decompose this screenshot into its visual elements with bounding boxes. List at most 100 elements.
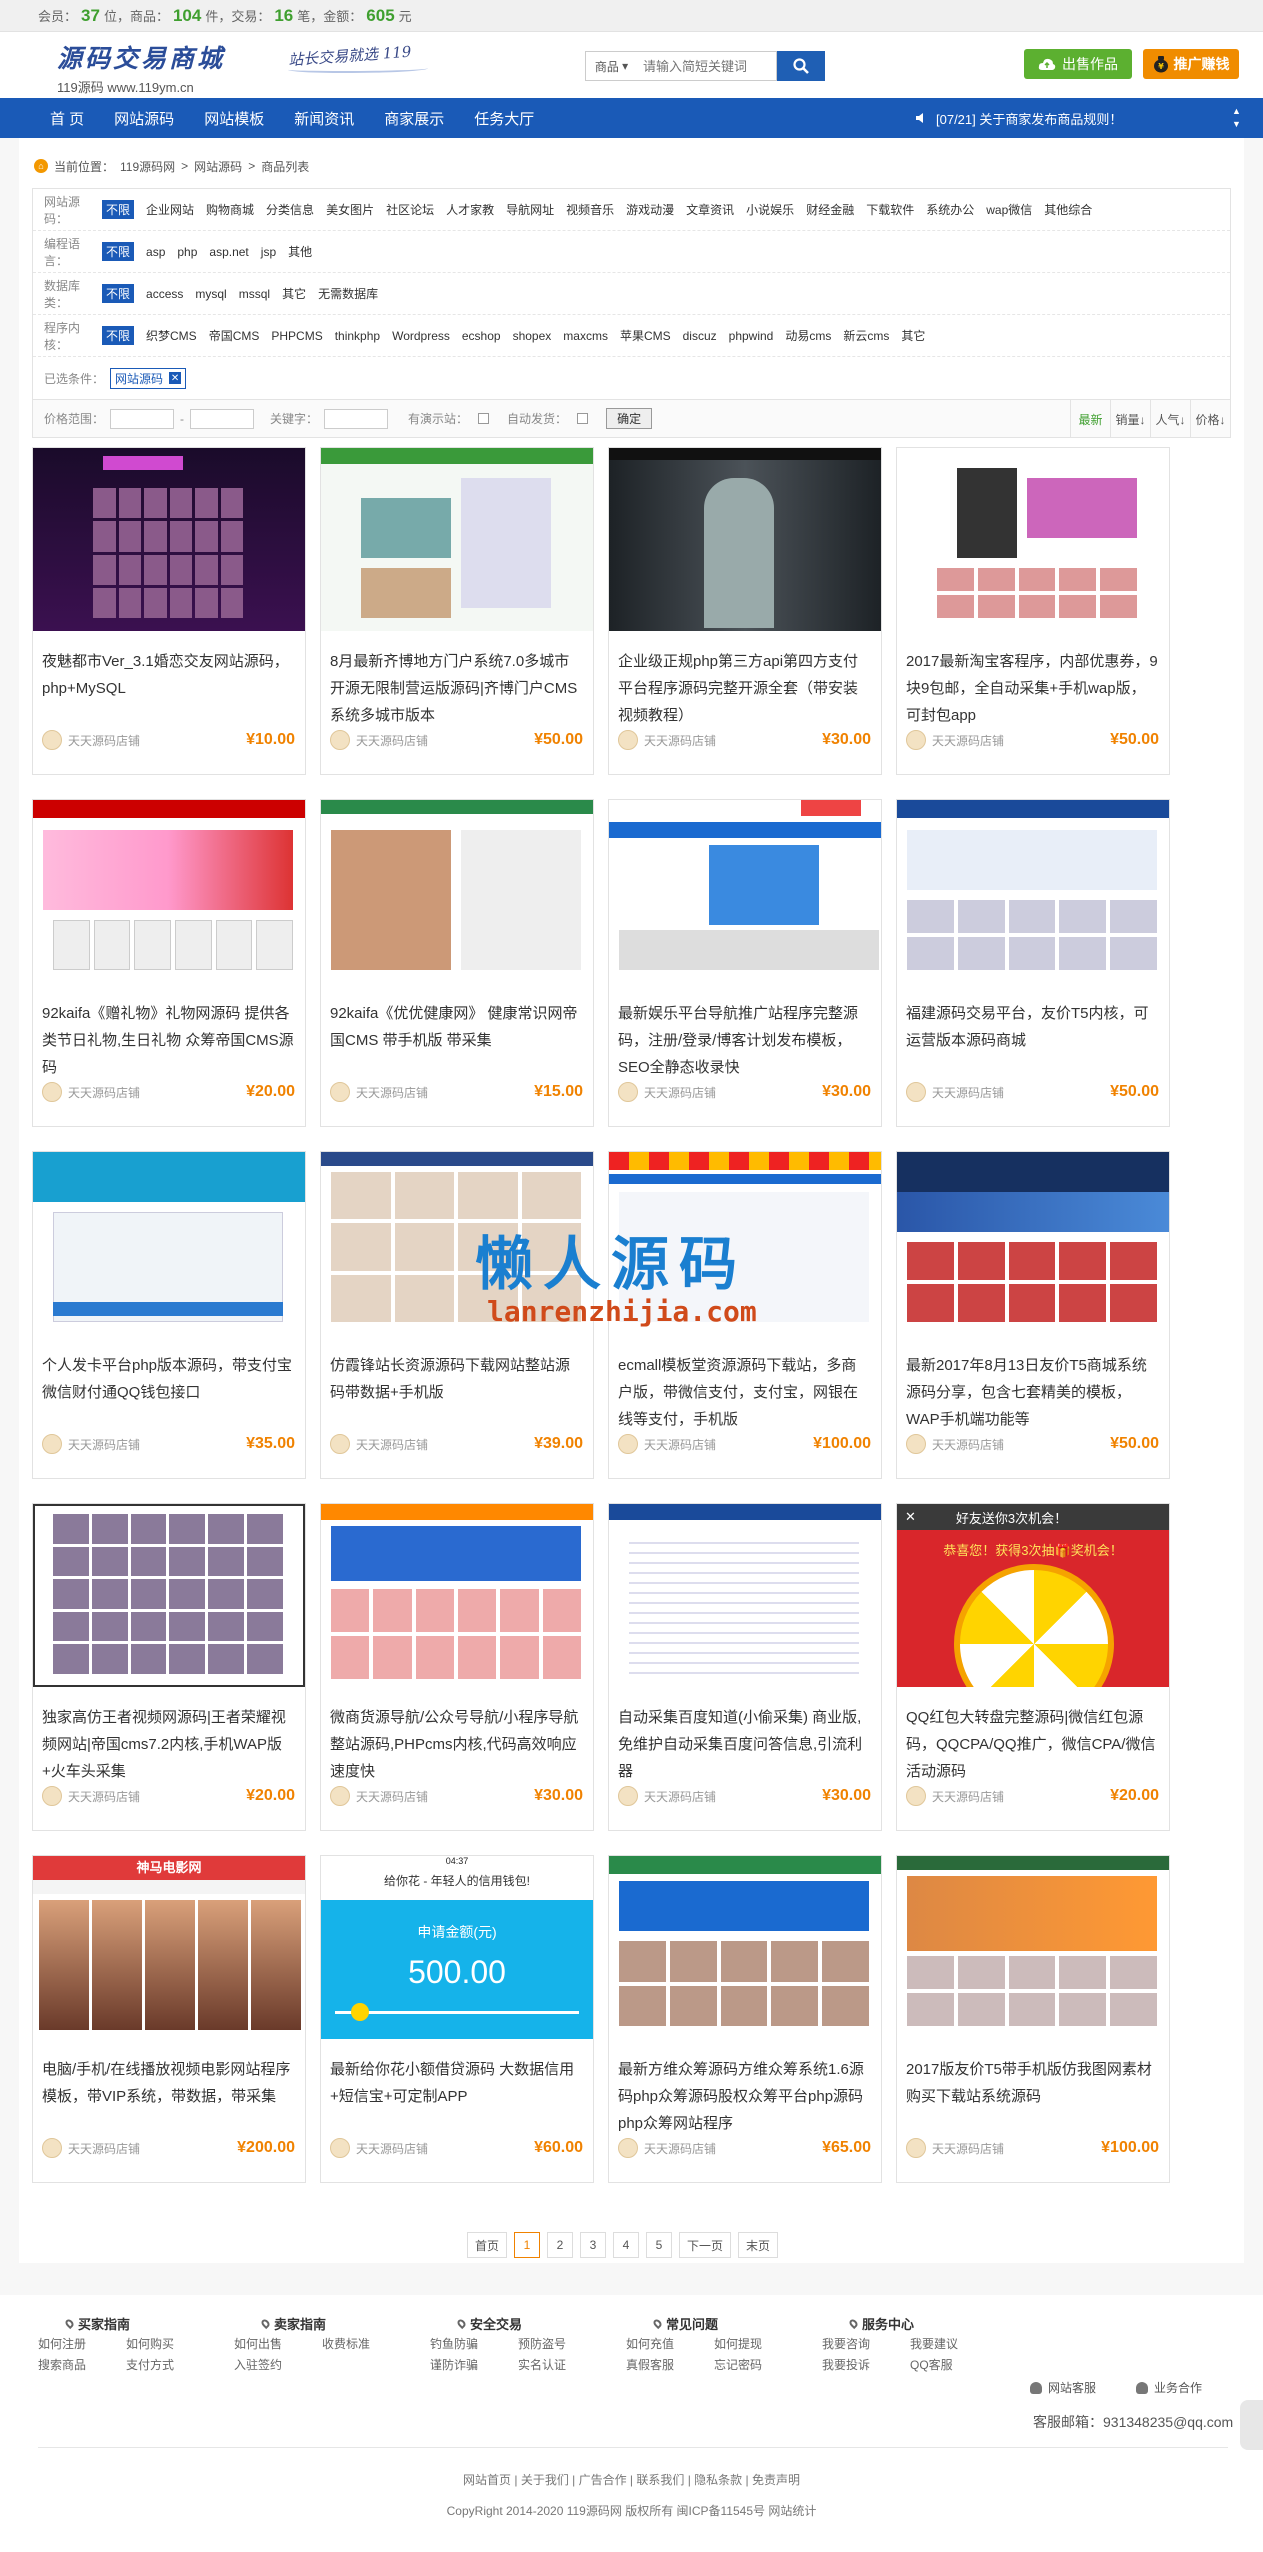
page-link[interactable]: 首页 (467, 2232, 508, 2258)
footer-service-link[interactable]: 网站客服 (1030, 2379, 1096, 2396)
product-card[interactable]: 04:37 给你花 - 年轻人的信用钱包! 申请金额(元) 500.00 最新给你花小… (320, 1855, 594, 2183)
page-link[interactable]: 3 (580, 2232, 607, 2258)
product-title[interactable]: QQ红包大转盘完整源码|微信红包源码，QQCPA/QQ推广，微信CPA/微信活动… (906, 1704, 1159, 1782)
footer-links[interactable]: 网站首页 | 关于我们 | 广告合作 | 联系我们 | 隐私条款 | 免责声明 (0, 2471, 1263, 2488)
chevron-down-icon[interactable]: ▼ (1232, 118, 1241, 131)
search-button[interactable] (777, 51, 825, 81)
product-card[interactable]: 企业级正规php第三方api第四方支付平台程序源码完整开源全套（带安装视频教程）… (608, 447, 882, 775)
product-card[interactable]: 92kaifa《优优健康网》 健康常识网帝国CMS 带手机版 带采集 天天源码店… (320, 799, 594, 1127)
shop-info[interactable]: 天天源码店铺 (618, 1786, 716, 1806)
search-type-select[interactable]: 商品 ▾ (585, 51, 637, 81)
shop-info[interactable]: 天天源码店铺 (330, 2138, 428, 2158)
product-thumbnail[interactable] (321, 1504, 593, 1687)
product-thumbnail[interactable] (33, 448, 305, 631)
product-title[interactable]: 福建源码交易平台，友价T5内核，可运营版本源码商城 (906, 1000, 1159, 1078)
product-thumbnail[interactable] (609, 1504, 881, 1687)
footer-link[interactable]: 如何提现 (714, 2335, 802, 2352)
sort-newest[interactable]: 最新 (1070, 400, 1110, 438)
chosen-filter-tag[interactable]: 网站源码 ✕ (110, 367, 187, 389)
product-card[interactable]: 自动采集百度知道(小偷采集) 商业版,免维护自动采集百度问答信息,引流利器 天天… (608, 1503, 882, 1831)
product-thumbnail[interactable] (321, 800, 593, 983)
product-thumbnail[interactable] (33, 1504, 305, 1687)
product-thumbnail[interactable] (321, 1152, 593, 1335)
product-card[interactable]: 92kaifa《赠礼物》礼物网源码 提供各类节日礼物,生日礼物 众筹帝国CMS源… (32, 799, 306, 1127)
page-link[interactable]: 末页 (738, 2232, 779, 2258)
price-min-input[interactable] (110, 408, 175, 429)
footer-link[interactable]: 我要咨询 (822, 2335, 910, 2352)
shop-info[interactable]: 天天源码店铺 (330, 1434, 428, 1454)
product-thumbnail[interactable] (609, 448, 881, 631)
product-thumbnail[interactable] (321, 448, 593, 631)
filter-option[interactable]: 其他综合 (1044, 201, 1092, 218)
footer-link[interactable]: 谨防诈骗 (430, 2356, 518, 2373)
chevron-up-icon[interactable]: ▲ (1232, 105, 1241, 118)
filter-option[interactable]: 苹果CMS (620, 327, 671, 344)
filter-option[interactable]: 其它 (282, 285, 306, 302)
filter-option[interactable]: 分类信息 (266, 201, 314, 218)
shop-info[interactable]: 天天源码店铺 (42, 1082, 140, 1102)
footer-link[interactable]: 钓鱼防骗 (430, 2335, 518, 2352)
nav-item-home[interactable]: 首 页 (0, 98, 99, 138)
product-title[interactable]: 最新给你花小额借贷源码 大数据信用+短信宝+可定制APP (330, 2056, 583, 2134)
page-link[interactable]: 2 (547, 2232, 574, 2258)
shop-info[interactable]: 天天源码店铺 (42, 1786, 140, 1806)
filter-option[interactable]: 不限 (102, 200, 135, 219)
filter-option[interactable]: 小说娱乐 (746, 201, 794, 218)
filter-option[interactable]: mssql (239, 287, 270, 301)
auto-delivery-checkbox[interactable] (577, 413, 589, 424)
side-float-tab[interactable] (1240, 2400, 1263, 2450)
footer-link[interactable]: 真假客服 (626, 2356, 714, 2373)
filter-option[interactable]: 导航网址 (506, 201, 554, 218)
product-title[interactable]: 自动采集百度知道(小偷采集) 商业版,免维护自动采集百度问答信息,引流利器 (618, 1704, 871, 1782)
product-thumbnail[interactable] (609, 1856, 881, 2039)
filter-option[interactable]: 织梦CMS (146, 327, 197, 344)
product-thumbnail[interactable] (609, 800, 881, 983)
filter-option[interactable]: access (146, 287, 183, 301)
keyword-input[interactable] (324, 408, 389, 429)
breadcrumb-link-home[interactable]: 119源码网 (120, 158, 175, 175)
footer-link[interactable]: 预防盗号 (518, 2335, 606, 2352)
filter-option[interactable]: 不限 (102, 326, 135, 345)
demo-site-checkbox[interactable] (478, 413, 490, 424)
filter-option[interactable]: 系统办公 (926, 201, 974, 218)
shop-info[interactable]: 天天源码店铺 (618, 1434, 716, 1454)
product-thumbnail[interactable] (897, 1152, 1169, 1335)
footer-link[interactable]: 实名认证 (518, 2356, 606, 2373)
product-thumbnail[interactable]: 神马电影网 (33, 1856, 305, 2039)
shop-info[interactable]: 天天源码店铺 (906, 730, 1004, 750)
footer-business-link[interactable]: 业务合作 (1136, 2379, 1202, 2396)
sort-popularity[interactable]: 人气↓ (1150, 400, 1190, 438)
price-max-input[interactable] (190, 408, 255, 429)
footer-link[interactable]: 搜索商品 (38, 2356, 126, 2373)
product-card[interactable]: 微商货源导航/公众号导航/小程序导航整站源码,PHPcms内核,代码高效响应速度… (320, 1503, 594, 1831)
filter-option[interactable]: 购物商城 (206, 201, 254, 218)
product-card[interactable]: 个人发卡平台php版本源码，带支付宝微信财付通QQ钱包接口 天天源码店铺 ¥35… (32, 1151, 306, 1479)
filter-option[interactable]: 无需数据库 (318, 285, 378, 302)
shop-info[interactable]: 天天源码店铺 (906, 1434, 1004, 1454)
product-title[interactable]: 仿霞锋站长资源源码下载网站整站源码带数据+手机版 (330, 1352, 583, 1430)
confirm-filter-button[interactable]: 确定 (606, 408, 653, 429)
filter-option[interactable]: 游戏动漫 (626, 201, 674, 218)
nav-item-source[interactable]: 网站源码 (99, 98, 189, 138)
product-card[interactable]: 仿霞锋站长资源源码下载网站整站源码带数据+手机版 天天源码店铺 ¥39.00 (320, 1151, 594, 1479)
product-title[interactable]: 92kaifa《赠礼物》礼物网源码 提供各类节日礼物,生日礼物 众筹帝国CMS源… (42, 1000, 295, 1078)
product-thumbnail[interactable] (897, 800, 1169, 983)
filter-option[interactable]: asp.net (209, 245, 248, 259)
shop-info[interactable]: 天天源码店铺 (42, 2138, 140, 2158)
product-title[interactable]: 2017版友价T5带手机版仿我图网素材购买下载站系统源码 (906, 2056, 1159, 2134)
shop-info[interactable]: 天天源码店铺 (906, 2138, 1004, 2158)
filter-option[interactable]: 不限 (102, 284, 135, 303)
filter-option[interactable]: 帝国CMS (209, 327, 260, 344)
product-card[interactable]: 最新娱乐平台导航推广站程序完整源码，注册/登录/博客计划发布模板，SEO全静态收… (608, 799, 882, 1127)
footer-link[interactable]: 如何注册 (38, 2335, 126, 2352)
filter-option[interactable]: 其他 (288, 243, 312, 260)
filter-option[interactable]: 动易cms (785, 327, 831, 344)
product-thumbnail[interactable] (33, 800, 305, 983)
nav-item-tasks[interactable]: 任务大厅 (459, 98, 549, 138)
product-title[interactable]: 微商货源导航/公众号导航/小程序导航整站源码,PHPcms内核,代码高效响应速度… (330, 1704, 583, 1782)
page-link[interactable]: 4 (613, 2232, 640, 2258)
footer-link[interactable]: 入驻签约 (234, 2356, 322, 2373)
product-title[interactable]: 最新方维众筹源码方维众筹系统1.6源码php众筹源码股权众筹平台php源码php… (618, 2056, 871, 2134)
footer-link[interactable]: 如何购买 (126, 2335, 214, 2352)
filter-option[interactable]: asp (146, 245, 165, 259)
